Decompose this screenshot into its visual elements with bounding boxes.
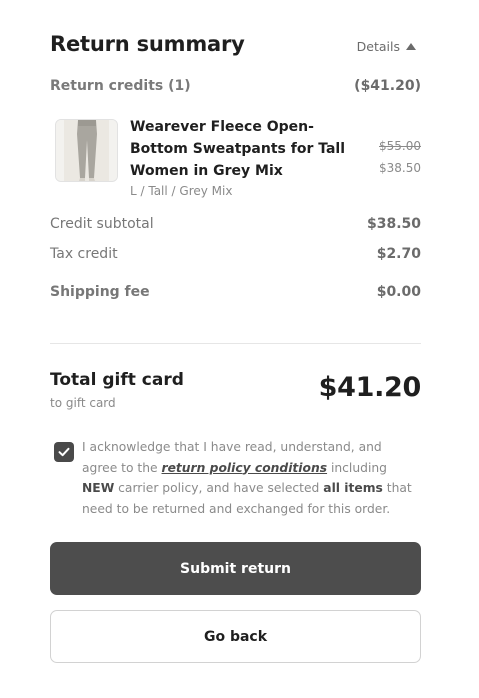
return-credits-amount: ($41.20) xyxy=(354,78,421,94)
check-icon xyxy=(58,447,70,457)
acknowledgement-text: I acknowledge that I have read, understa… xyxy=(82,437,420,519)
details-label: Details xyxy=(356,39,400,54)
return-credits-label: Return credits (1) xyxy=(50,78,191,94)
total-gift-card-amount: $41.20 xyxy=(318,372,422,403)
shipping-fee-row: Shipping fee $0.00 xyxy=(50,284,421,300)
total-gift-card-subtitle: to gift card xyxy=(50,396,116,410)
acknowledgement: I acknowledge that I have read, understa… xyxy=(54,437,421,521)
tax-credit-row: Tax credit $2.70 xyxy=(50,246,421,262)
ack-text-part2: including xyxy=(327,460,387,475)
page-title: Return summary xyxy=(50,32,245,56)
return-credits-row: Return credits (1) ($41.20) xyxy=(50,78,421,94)
go-back-label: Go back xyxy=(203,628,268,645)
credit-subtotal-value: $38.50 xyxy=(366,216,421,232)
details-toggle[interactable]: Details xyxy=(357,39,416,54)
item-original-price: $55.00 xyxy=(379,139,421,153)
acknowledge-checkbox[interactable] xyxy=(54,442,74,462)
ack-new-word: NEW xyxy=(82,481,115,495)
total-gift-card-title: Total gift card xyxy=(50,370,184,390)
item-price: $38.50 xyxy=(379,161,421,175)
credit-subtotal-row: Credit subtotal $38.50 xyxy=(50,216,421,232)
sweatpants-image xyxy=(56,120,117,181)
divider xyxy=(50,343,421,344)
item-variant: L / Tall / Grey Mix xyxy=(130,184,233,198)
caret-up-icon xyxy=(406,43,416,50)
item-name[interactable]: Wearever Fleece Open-Bottom Sweatpants f… xyxy=(130,116,350,182)
total-gift-card: Total gift card to gift card $41.20 xyxy=(50,368,421,414)
return-summary-header: Return summary Details xyxy=(50,32,421,62)
submit-return-button[interactable]: Submit return xyxy=(50,542,421,595)
product-thumbnail[interactable] xyxy=(55,119,118,182)
ack-text-part3: carrier policy, and have selected xyxy=(114,481,324,495)
submit-return-label: Submit return xyxy=(180,560,291,577)
credit-subtotal-label: Credit subtotal xyxy=(50,216,154,232)
shipping-fee-value: $0.00 xyxy=(376,284,421,300)
shipping-fee-label: Shipping fee xyxy=(50,284,150,300)
return-item: Wearever Fleece Open-Bottom Sweatpants f… xyxy=(55,116,421,202)
ack-all-items: all items xyxy=(323,481,383,495)
tax-credit-value: $2.70 xyxy=(376,246,421,262)
go-back-button[interactable]: Go back xyxy=(50,610,421,663)
return-policy-link[interactable]: return policy conditions xyxy=(162,461,328,475)
tax-credit-label: Tax credit xyxy=(50,246,118,262)
